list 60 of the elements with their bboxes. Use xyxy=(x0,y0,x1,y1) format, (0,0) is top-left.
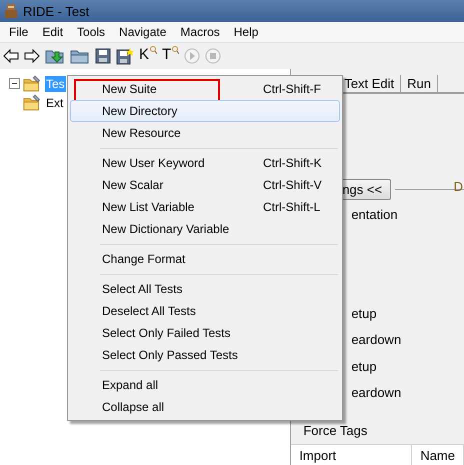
menu-entry[interactable]: Select All Tests xyxy=(70,278,340,300)
label-text: D xyxy=(454,179,463,194)
setting-label: Force Tags xyxy=(303,423,368,438)
menu-entry-label: Change Format xyxy=(102,252,186,266)
shortcut-text: Ctrl-Shift-L xyxy=(263,200,322,214)
back-arrow-icon[interactable] xyxy=(3,49,19,63)
forward-arrow-icon[interactable] xyxy=(24,49,40,63)
save-star-icon[interactable] xyxy=(116,48,134,64)
menu-entry[interactable]: New Dictionary Variable xyxy=(70,218,340,240)
menu-entry-label: New Scalar xyxy=(102,178,164,192)
menu-entry-label: New Suite xyxy=(102,82,157,96)
menu-item[interactable]: File xyxy=(2,23,36,41)
setting-label: entation xyxy=(351,206,398,222)
menu-entry[interactable]: Deselect All Tests xyxy=(70,300,340,322)
menu-entry-label: New User Keyword xyxy=(102,156,205,170)
menu-item[interactable]: Navigate xyxy=(112,23,174,41)
menu-entry-label: Expand all xyxy=(102,378,158,392)
menu-item[interactable]: Edit xyxy=(35,23,70,41)
menu-entry[interactable]: Select Only Failed Tests xyxy=(70,322,340,344)
setting-label: eardown xyxy=(351,332,402,348)
setting-label: etup xyxy=(351,358,377,374)
folder-arrow-icon[interactable] xyxy=(45,48,65,64)
shortcut-text: Ctrl-Shift-F xyxy=(263,82,322,96)
menu-entry[interactable]: Select Only Passed Tests xyxy=(70,344,340,366)
folder-wrench-icon xyxy=(23,75,42,92)
collapse-toggle-icon[interactable] xyxy=(9,78,20,89)
shortcut-text: Ctrl-Shift-V xyxy=(263,178,323,192)
menu-entry[interactable]: New Resource xyxy=(70,122,340,144)
magnifier-icon xyxy=(149,46,158,54)
tab[interactable]: Run xyxy=(401,75,438,92)
setting-label: etup xyxy=(351,306,377,321)
magnifier-icon xyxy=(171,46,180,54)
folder-wrench-icon xyxy=(23,94,42,111)
folder-icon[interactable] xyxy=(70,48,90,64)
menu-item[interactable]: Macros xyxy=(173,23,227,41)
shortcut-text: Ctrl-Shift-K xyxy=(263,156,323,170)
menu-item[interactable]: Tools xyxy=(70,23,112,41)
menu-entry-label: Select Only Failed Tests xyxy=(102,326,231,340)
search-letter-button[interactable]: T xyxy=(162,46,180,66)
menu-entry-label: Deselect All Tests xyxy=(102,304,196,318)
menu-entry-label: New Resource xyxy=(102,126,181,140)
menu-entry-label: New Directory xyxy=(102,104,178,118)
setting-label: eardown xyxy=(351,384,402,400)
menu-entry-label: New Dictionary Variable xyxy=(102,222,230,236)
menu-entry[interactable]: New User Keyword Ctrl-Shift-K xyxy=(70,152,340,174)
menu-item[interactable]: Help xyxy=(226,23,266,41)
menu-entry-label: Collapse all xyxy=(102,400,164,414)
menu-entry[interactable]: Change Format xyxy=(70,248,340,270)
menu-entry-label: Select All Tests xyxy=(102,282,182,296)
menu-entry[interactable]: Expand all xyxy=(70,374,340,396)
tree-item[interactable]: Ext xyxy=(45,94,64,110)
search-letter-button[interactable]: K xyxy=(139,46,158,66)
column-header: Name xyxy=(412,444,464,465)
column-header: Import xyxy=(291,444,412,465)
menu-entry-label: New List Variable xyxy=(102,200,194,214)
menu-entry[interactable]: Collapse all xyxy=(70,396,340,418)
save-icon[interactable] xyxy=(95,48,111,64)
menu-entry[interactable]: New Directory xyxy=(70,100,340,122)
window-title: RIDE - Test xyxy=(23,4,90,18)
menu-entry-label: Select Only Passed Tests xyxy=(102,348,238,362)
